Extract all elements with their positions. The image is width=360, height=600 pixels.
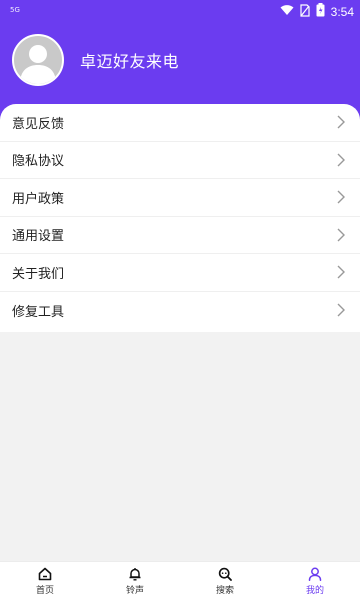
menu-item-feedback[interactable]: 意见反馈 (0, 104, 360, 142)
bottom-tab-bar: 首页 铃声 搜索 我的 (0, 561, 360, 600)
tab-home[interactable]: 首页 (0, 562, 90, 600)
network-indicator: 5G (10, 6, 20, 14)
menu-item-privacy[interactable]: 隐私协议 (0, 142, 360, 179)
clock: 3:54 (330, 4, 354, 19)
status-icons: 3:54 (280, 3, 354, 20)
menu-item-label: 修复工具 (12, 304, 65, 320)
default-avatar-icon (20, 45, 56, 84)
app-name: 卓迈好友来电 (80, 54, 180, 71)
menu-item-label: 意见反馈 (12, 116, 65, 132)
tab-label: 我的 (305, 585, 324, 596)
menu-item-repair-tool[interactable]: 修复工具 (0, 292, 360, 330)
status-bar: 5G 3:54 (0, 0, 360, 22)
chevron-right-icon (337, 153, 345, 167)
tab-label: 铃声 (125, 585, 144, 596)
chevron-right-icon (337, 303, 345, 317)
tab-label: 首页 (35, 585, 54, 596)
tab-mine[interactable]: 我的 (270, 562, 360, 600)
tab-ringtone[interactable]: 铃声 (90, 562, 180, 600)
tab-search[interactable]: 搜索 (180, 562, 270, 600)
menu-item-label: 关于我们 (12, 266, 65, 282)
user-icon (308, 567, 322, 581)
battery-icon (316, 3, 325, 20)
chevron-right-icon (337, 115, 345, 129)
chevron-right-icon (337, 265, 345, 279)
settings-menu: 意见反馈 隐私协议 用户政策 通用设置 关于我们 修复工具 (0, 104, 360, 332)
profile-row[interactable]: 卓迈好友来电 (12, 34, 179, 86)
menu-item-user-policy[interactable]: 用户政策 (0, 179, 360, 217)
menu-item-general-settings[interactable]: 通用设置 (0, 217, 360, 254)
menu-item-label: 通用设置 (12, 229, 65, 245)
no-sim-icon (300, 3, 310, 20)
chevron-right-icon (337, 228, 345, 242)
search-icon (218, 567, 232, 581)
profile-header: 5G 3:54 卓迈好友来电 (0, 0, 360, 120)
chevron-right-icon (337, 190, 345, 204)
avatar[interactable] (12, 34, 64, 86)
bell-icon (129, 567, 141, 581)
wifi-icon (280, 4, 294, 19)
tab-label: 搜索 (215, 585, 234, 596)
menu-item-label: 用户政策 (12, 191, 65, 207)
home-icon (38, 567, 52, 580)
menu-item-label: 隐私协议 (12, 154, 65, 170)
menu-item-about-us[interactable]: 关于我们 (0, 254, 360, 292)
